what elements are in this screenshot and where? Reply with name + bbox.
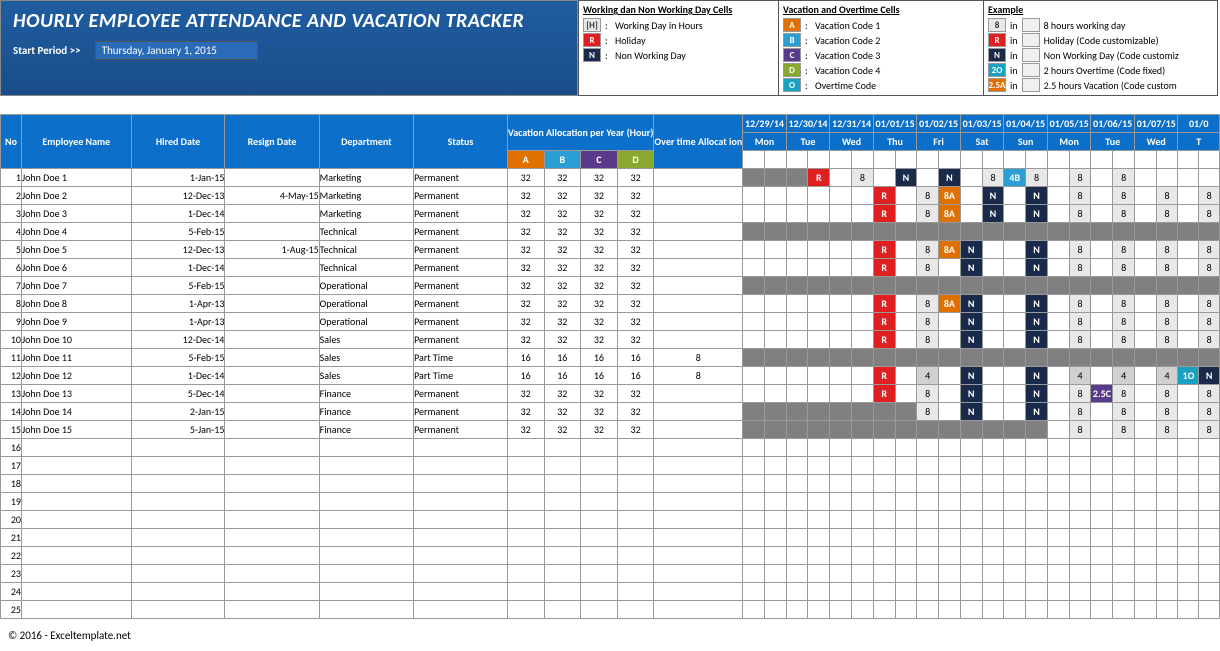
- table-row[interactable]: 23: [1, 565, 1220, 583]
- footer-copyright: © 2016 - Exceltemplate.net: [0, 629, 1220, 642]
- start-period-label: Start Period >>: [13, 44, 81, 57]
- legend-example: Example 8in8 hours working dayRinHoliday…: [983, 0, 1218, 96]
- legend-chip: [H]: [583, 18, 601, 32]
- table-row[interactable]: 8John Doe 81-Apr-13OperationalPermanent3…: [1, 295, 1220, 313]
- table-row[interactable]: 9John Doe 91-Apr-13OperationalPermanent3…: [1, 313, 1220, 331]
- table-row[interactable]: 1John Doe 11-Jan-15MarketingPermanent323…: [1, 169, 1220, 187]
- table-row[interactable]: 11John Doe 115-Feb-15SalesPart Time16161…: [1, 349, 1220, 367]
- legend-chip: N: [988, 48, 1006, 62]
- title-banner: HOURLY EMPLOYEE ATTENDANCE AND VACATION …: [0, 0, 578, 96]
- table-row[interactable]: 13John Doe 135-Dec-14FinancePermanent323…: [1, 385, 1220, 403]
- legend-chip: 2.5A: [988, 78, 1006, 92]
- legend-text: Holiday (Code customizable): [1044, 34, 1159, 47]
- legend-text: Working Day in Hours: [615, 19, 703, 32]
- table-row[interactable]: 7John Doe 75-Feb-15OperationalPermanent3…: [1, 277, 1220, 295]
- table-row[interactable]: 20: [1, 511, 1220, 529]
- legend-working-days: Working dan Non Working Day Cells [H]:Wo…: [578, 0, 778, 96]
- table-row[interactable]: 4John Doe 45-Feb-15TechnicalPermanent323…: [1, 223, 1220, 241]
- table-row[interactable]: 17: [1, 457, 1220, 475]
- table-row[interactable]: 16: [1, 439, 1220, 457]
- table-row[interactable]: 2John Doe 212-Dec-134-May-15MarketingPer…: [1, 187, 1220, 205]
- legend-chip: D: [783, 63, 801, 77]
- table-row[interactable]: 21: [1, 529, 1220, 547]
- legend-text: Vacation Code 2: [815, 34, 880, 47]
- legend-text: Non Working Day (Code customiz: [1044, 49, 1179, 62]
- legend-text: Vacation Code 4: [815, 64, 880, 77]
- legend-chip: O: [783, 78, 801, 92]
- table-row[interactable]: 6John Doe 61-Dec-14TechnicalPermanent323…: [1, 259, 1220, 277]
- table-row[interactable]: 12John Doe 121-Dec-14SalesPart Time16161…: [1, 367, 1220, 385]
- legend-chip: 8: [988, 18, 1006, 32]
- table-row[interactable]: 24: [1, 583, 1220, 601]
- legend-text: Holiday: [615, 34, 645, 47]
- start-period-value[interactable]: Thursday, January 1, 2015: [95, 41, 258, 60]
- table-row[interactable]: 19: [1, 493, 1220, 511]
- table-row[interactable]: 18: [1, 475, 1220, 493]
- legend-vacation-codes: Vacation and Overtime Cells A:Vacation C…: [778, 0, 983, 96]
- table-row[interactable]: 15John Doe 155-Jan-15FinancePermanent323…: [1, 421, 1220, 439]
- legend-chip: R: [583, 33, 601, 47]
- table-row[interactable]: 25: [1, 601, 1220, 619]
- legend-text: 8 hours working day: [1044, 19, 1126, 32]
- table-row[interactable]: 10John Doe 1012-Dec-14SalesPermanent3232…: [1, 331, 1220, 349]
- legend-chip: R: [988, 33, 1006, 47]
- table-row[interactable]: 5John Doe 512-Dec-131-Aug-15TechnicalPer…: [1, 241, 1220, 259]
- legend-text: Vacation Code 3: [815, 49, 880, 62]
- legend-text: Vacation Code 1: [815, 19, 880, 32]
- legend-chip: 2O: [988, 63, 1006, 77]
- legend-text: Overtime Code: [815, 79, 876, 92]
- legend-text: 2 hours Overtime (Code fixed): [1044, 64, 1166, 77]
- legend-chip: B: [783, 33, 801, 47]
- legend-text: 2.5 hours Vacation (Code custom: [1044, 79, 1177, 92]
- table-row[interactable]: 14John Doe 142-Jan-15FinancePermanent323…: [1, 403, 1220, 421]
- attendance-table[interactable]: NoEmployee NameHired DateResign DateDepa…: [0, 114, 1220, 619]
- legend-chip: C: [783, 48, 801, 62]
- table-row[interactable]: 3John Doe 31-Dec-14MarketingPermanent323…: [1, 205, 1220, 223]
- legend-chip: N: [583, 48, 601, 62]
- page-title: HOURLY EMPLOYEE ATTENDANCE AND VACATION …: [13, 9, 565, 33]
- table-row[interactable]: 22: [1, 547, 1220, 565]
- legend-text: Non Working Day: [615, 49, 686, 62]
- legend-chip: A: [783, 18, 801, 32]
